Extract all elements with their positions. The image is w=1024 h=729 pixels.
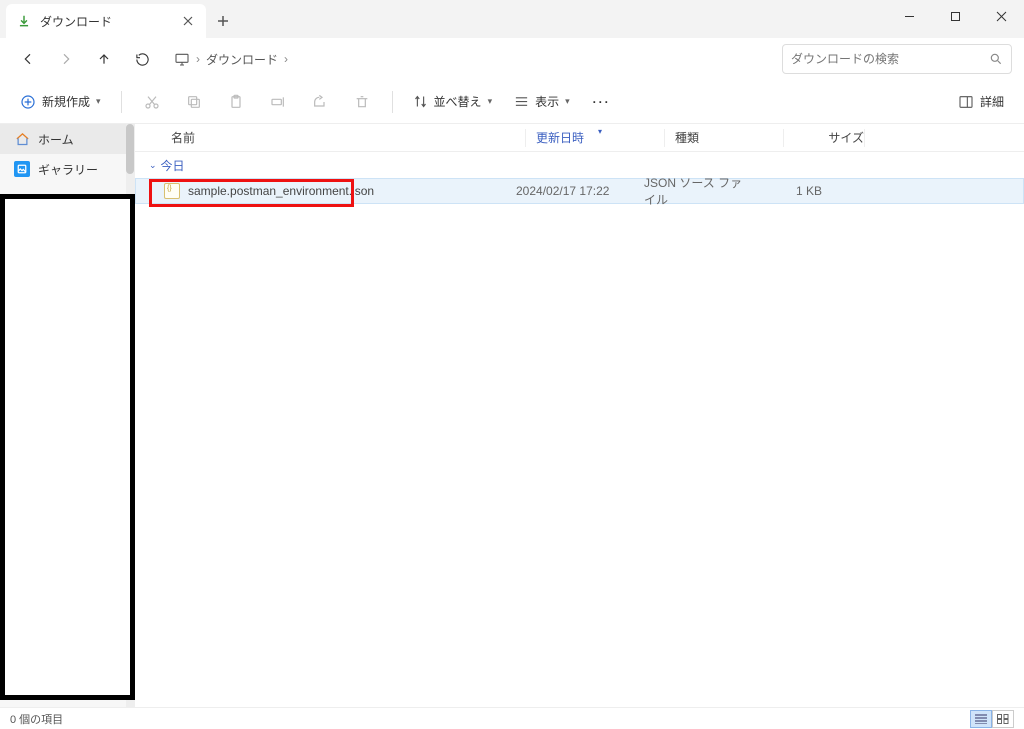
column-headers: 名前 ▾ 更新日時 種類 サイズ bbox=[135, 124, 1024, 152]
search-input[interactable] bbox=[791, 52, 989, 66]
details-label: 詳細 bbox=[980, 93, 1004, 110]
scrollbar-thumb[interactable] bbox=[126, 124, 134, 174]
file-row[interactable]: sample.postman_environment.json 2024/02/… bbox=[135, 178, 1024, 204]
new-label: 新規作成 bbox=[42, 93, 90, 110]
file-name: sample.postman_environment.json bbox=[188, 184, 374, 198]
download-icon bbox=[16, 13, 32, 29]
divider bbox=[121, 91, 122, 113]
redacted-region bbox=[0, 194, 135, 700]
maximize-button[interactable] bbox=[932, 0, 978, 32]
details-view-button[interactable] bbox=[970, 710, 992, 728]
sort-button[interactable]: 並べ替え ▾ bbox=[405, 86, 501, 118]
back-button[interactable] bbox=[12, 43, 44, 75]
breadcrumb[interactable]: › ダウンロード › bbox=[174, 51, 288, 68]
refresh-button[interactable] bbox=[126, 43, 158, 75]
column-date[interactable]: ▾ 更新日時 bbox=[536, 129, 664, 146]
sidebar-item-gallery[interactable]: ギャラリー bbox=[0, 154, 134, 184]
search-icon bbox=[989, 52, 1003, 66]
ellipsis-icon: ··· bbox=[593, 95, 611, 109]
window-controls bbox=[886, 0, 1024, 32]
chevron-right-icon: › bbox=[196, 52, 200, 66]
chevron-down-icon: ⌄ bbox=[149, 160, 157, 171]
toolbar: 新規作成 ▾ 並べ替え ▾ 表示 ▾ ··· 詳細 bbox=[0, 80, 1024, 124]
sort-label: 並べ替え bbox=[434, 93, 482, 110]
share-button[interactable] bbox=[302, 86, 338, 118]
group-today[interactable]: ⌄ 今日 bbox=[135, 152, 1024, 178]
file-date: 2024/02/17 17:22 bbox=[516, 184, 644, 198]
file-list-area: 名前 ▾ 更新日時 種類 サイズ ⌄ 今日 sample.postman_env… bbox=[135, 124, 1024, 729]
view-icon bbox=[514, 94, 529, 109]
paste-button[interactable] bbox=[218, 86, 254, 118]
file-size: 1 KB bbox=[752, 184, 822, 198]
pc-icon bbox=[174, 51, 190, 67]
statusbar: 0 個の項目 bbox=[0, 707, 1024, 729]
breadcrumb-current[interactable]: ダウンロード bbox=[206, 51, 278, 68]
details-pane-icon bbox=[958, 94, 974, 110]
home-icon bbox=[14, 131, 30, 147]
tab-title: ダウンロード bbox=[40, 13, 172, 30]
chevron-down-icon: ▾ bbox=[488, 96, 493, 107]
plus-circle-icon bbox=[20, 94, 36, 110]
json-file-icon bbox=[164, 183, 180, 199]
column-size[interactable]: サイズ bbox=[794, 129, 864, 146]
body: ホーム ギャラリー 名前 ▾ 更新日時 種類 サイズ ⌄ 今日 bbox=[0, 124, 1024, 729]
cut-button[interactable] bbox=[134, 86, 170, 118]
tab-close-button[interactable] bbox=[180, 13, 196, 29]
chevron-right-icon: › bbox=[284, 52, 288, 66]
column-name[interactable]: 名前 bbox=[171, 129, 525, 146]
more-button[interactable]: ··· bbox=[584, 86, 620, 118]
sort-indicator-icon: ▾ bbox=[598, 127, 602, 136]
delete-button[interactable] bbox=[344, 86, 380, 118]
view-toggle bbox=[970, 710, 1014, 728]
sidebar-item-home[interactable]: ホーム bbox=[0, 124, 134, 154]
titlebar: ダウンロード bbox=[0, 0, 1024, 38]
chevron-down-icon: ▾ bbox=[565, 96, 570, 107]
close-button[interactable] bbox=[978, 0, 1024, 32]
new-button[interactable]: 新規作成 ▾ bbox=[12, 86, 109, 118]
copy-button[interactable] bbox=[176, 86, 212, 118]
up-button[interactable] bbox=[88, 43, 120, 75]
sidebar-item-label: ホーム bbox=[38, 131, 74, 148]
item-count: 0 個の項目 bbox=[10, 711, 63, 727]
search-box[interactable] bbox=[782, 44, 1012, 74]
sort-icon bbox=[413, 94, 428, 109]
view-button[interactable]: 表示 ▾ bbox=[506, 86, 578, 118]
sidebar-item-label: ギャラリー bbox=[38, 161, 98, 178]
chevron-down-icon: ▾ bbox=[96, 96, 101, 107]
forward-button[interactable] bbox=[50, 43, 82, 75]
sidebar: ホーム ギャラリー bbox=[0, 124, 135, 729]
thumbnails-view-button[interactable] bbox=[992, 710, 1014, 728]
gallery-icon bbox=[14, 161, 30, 177]
minimize-button[interactable] bbox=[886, 0, 932, 32]
navbar: › ダウンロード › bbox=[0, 38, 1024, 80]
details-pane-button[interactable]: 詳細 bbox=[950, 86, 1012, 118]
group-label: 今日 bbox=[161, 157, 185, 174]
rename-button[interactable] bbox=[260, 86, 296, 118]
tab-downloads[interactable]: ダウンロード bbox=[6, 4, 206, 38]
column-type[interactable]: 種類 bbox=[675, 129, 783, 146]
new-tab-button[interactable] bbox=[206, 4, 240, 38]
view-label: 表示 bbox=[535, 93, 559, 110]
file-type: JSON ソース ファイル bbox=[644, 174, 752, 208]
divider bbox=[392, 91, 393, 113]
